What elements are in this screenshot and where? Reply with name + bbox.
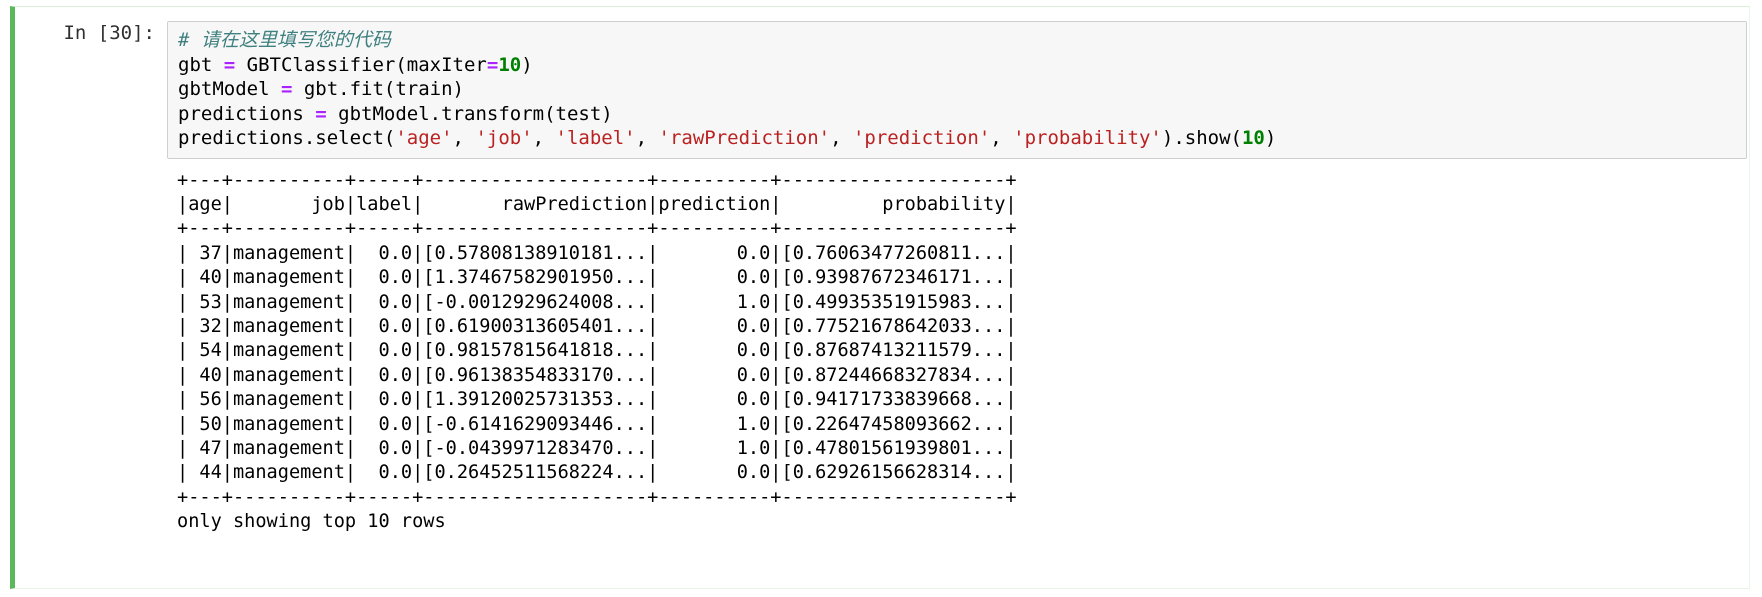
code-line[interactable]: predictions = gbtModel.transform(test) [178,102,1738,127]
code-token-plain: ) [521,53,533,76]
output-line: | 50|management| 0.0|[-0.6141629093446..… [177,413,1017,435]
code-editor[interactable]: # 请在这里填写您的代码 gbt = GBTClassifier(maxIter=… [167,21,1747,159]
code-token-plain: gbt.fit(train) [292,78,464,100]
code-line[interactable]: gbt = GBTClassifier(maxIter=10) [178,53,1738,78]
cell-output-row: +---+----------+-----+------------------… [15,159,1749,535]
output-line: |age| job|label| rawPrediction|predictio… [177,193,1017,215]
code-token-plain: gbtModel [178,78,281,100]
code-token-str: 'job' [475,127,533,149]
code-token-op: = [315,102,327,125]
output-line: | 40|management| 0.0|[0.96138354833170..… [177,364,1017,386]
notebook-page: In [30]: # 请在这里填写您的代码 gbt = GBTClassifier… [0,0,1762,597]
code-token-plain: GBTClassifier(maxIter [235,53,487,76]
code-token-plain: gbtModel.transform(test) [326,102,613,125]
output-line: | 32|management| 0.0|[0.61900313605401..… [177,315,1017,337]
code-token-op: = [280,78,293,100]
code-token-plain: predictions [178,102,316,125]
notebook-cell[interactable]: In [30]: # 请在这里填写您的代码 gbt = GBTClassifier… [10,6,1750,589]
code-line[interactable]: predictions.select('age', 'job', 'label'… [178,126,1738,151]
code-token-plain: , [452,127,476,149]
code-token-comment: # 请在这里填写您的代码 [178,29,391,51]
code-token-op: = [223,53,236,76]
code-token-op: = [486,53,499,76]
code-token-plain: , [635,127,659,149]
cell-input-row: In [30]: # 请在这里填写您的代码 gbt = GBTClassifier… [15,7,1749,159]
code-token-str: 'label' [555,127,636,149]
output-line: | 40|management| 0.0|[1.37467582901950..… [177,267,1017,289]
cell-output-text: +---+----------+-----+------------------… [167,159,1749,535]
output-line: | 56|management| 0.0|[1.39120025731353..… [177,389,1017,411]
code-token-str: 'age' [395,127,453,149]
output-lines: +---+----------+-----+------------------… [177,169,1749,535]
code-token-plain: gbt [178,53,224,76]
code-token-num: 10 [498,53,522,76]
output-line: +---+----------+-----+------------------… [177,486,1017,508]
output-line: | 44|management| 0.0|[0.26452511568224..… [177,462,1017,484]
code-token-str: 'probability' [1013,127,1162,149]
code-token-plain: ) [1264,127,1277,149]
code-token-plain: , [830,127,853,149]
code-lines[interactable]: # 请在这里填写您的代码 gbt = GBTClassifier(maxIter=… [178,28,1738,151]
code-line[interactable]: # 请在这里填写您的代码 [178,28,1738,53]
output-line: +---+----------+-----+------------------… [177,218,1017,240]
code-line[interactable]: gbtModel = gbt.fit(train) [178,77,1738,102]
code-token-plain: ).show( [1161,127,1242,149]
code-token-str: 'rawPrediction' [658,127,831,149]
output-line: +---+----------+-----+------------------… [177,169,1017,191]
output-line: | 54|management| 0.0|[0.98157815641818..… [177,340,1017,362]
output-line: | 47|management| 0.0|[-0.0439971283470..… [177,437,1017,459]
output-line: | 37|management| 0.0|[0.57808138910181..… [177,242,1017,264]
output-line: | 53|management| 0.0|[-0.0012929624008..… [177,291,1017,313]
execution-count-prompt: In [30]: [63,22,155,44]
code-token-plain: predictions.select( [178,127,396,149]
output-line: only showing top 10 rows [177,511,446,533]
code-token-plain: , [532,127,556,149]
code-token-num: 10 [1241,127,1265,149]
code-token-str: 'prediction' [852,127,991,149]
code-token-plain: , [990,127,1014,149]
